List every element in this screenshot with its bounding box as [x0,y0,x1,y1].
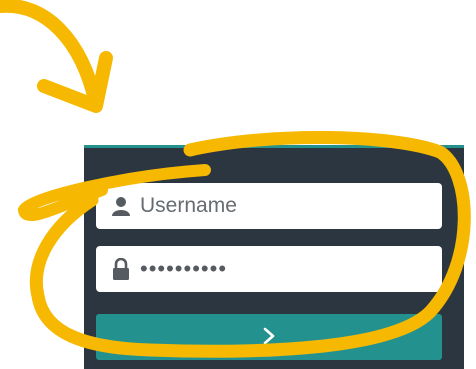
login-panel [84,145,464,369]
password-input[interactable] [140,246,442,292]
username-field[interactable] [96,183,442,229]
lock-icon [110,258,132,280]
username-input[interactable] [140,183,442,229]
annotation-arrow [0,0,113,113]
password-field[interactable] [96,246,442,292]
submit-button[interactable] [96,314,442,360]
user-icon [110,195,132,217]
chevron-right-icon [262,327,276,348]
